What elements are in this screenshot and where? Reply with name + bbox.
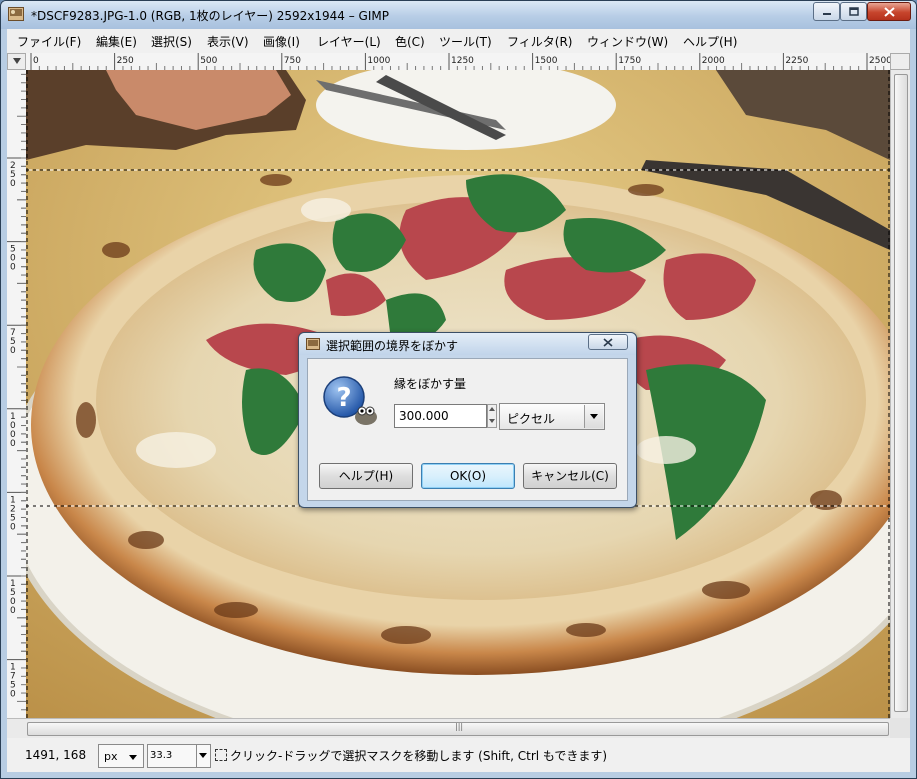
dialog-title-bar[interactable]: 選択範囲の境界をぼかす: [299, 333, 636, 355]
maximize-button[interactable]: [840, 2, 867, 21]
ruler-label: 250: [117, 56, 134, 66]
svg-text:?: ?: [336, 383, 351, 413]
ruler-label-digit: 0: [10, 439, 16, 449]
menu-select[interactable]: 選択(S): [151, 33, 192, 50]
ruler-label: 500: [200, 56, 217, 66]
menu-filters[interactable]: フィルタ(R): [507, 33, 572, 50]
horizontal-ruler[interactable]: 0 250 500 750 1000 1250 1500 1750 2000 2250 2500: [26, 53, 890, 71]
ruler-label: 1500: [535, 56, 558, 66]
ruler-label-digit: 0: [10, 179, 16, 189]
gimp-image-icon: [306, 338, 320, 350]
zoom-dropdown-button[interactable]: [196, 745, 210, 767]
dropdown-arrow-icon: [199, 753, 207, 758]
ruler-label: 1000: [367, 56, 390, 66]
gimp-image-icon: [8, 7, 24, 21]
feather-unit-dropdown-button[interactable]: [584, 405, 603, 428]
quick-mask-toggle[interactable]: [7, 53, 26, 70]
feather-amount-spinner[interactable]: [487, 404, 497, 428]
zoom-select[interactable]: 33.3: [147, 744, 211, 768]
dropdown-arrow-icon: [590, 414, 598, 419]
dialog-body: ? 縁をぼかす量 300.000 ピクセル ヘルプ(H) OK(O) キャンセル…: [307, 358, 628, 501]
ruler-label: 2500: [869, 56, 890, 66]
menu-colors[interactable]: 色(C): [395, 33, 425, 50]
feather-amount-value: 300.000: [399, 409, 449, 423]
cancel-button[interactable]: キャンセル(C): [523, 463, 617, 489]
horizontal-scrollbar[interactable]: |||: [7, 718, 890, 738]
menu-view[interactable]: 表示(V): [207, 33, 249, 50]
spin-up-icon[interactable]: [489, 407, 495, 411]
feather-unit-value: ピクセル: [507, 412, 556, 426]
vertical-ruler[interactable]: 2505007501000125015001750: [7, 70, 27, 718]
ruler-label: 1250: [451, 56, 474, 66]
close-icon: [603, 338, 613, 347]
ruler-label: 1750: [618, 56, 641, 66]
close-icon: [883, 6, 895, 17]
zoom-value: 33.3: [150, 750, 173, 761]
menu-help[interactable]: ヘルプ(H): [683, 33, 737, 50]
ruler-label-digit: 0: [10, 522, 16, 532]
window-title: *DSCF9283.JPG-1.0 (RGB, 1枚のレイヤー) 2592x19…: [31, 9, 389, 23]
horizontal-ruler-ticks: 0 250 500 750 1000 1250 1500 1750 2000 2250 2500: [30, 53, 890, 70]
unit-value: px: [104, 750, 118, 763]
status-bar: 1491, 168 px 33.3 クリック-ドラッグで選択マスクを移動します …: [7, 738, 910, 772]
vertical-scroll-thumb[interactable]: [894, 74, 908, 712]
scroll-grip-icon: |||: [455, 722, 464, 731]
pointer-coordinates: 1491, 168: [25, 748, 87, 762]
menu-edit[interactable]: 編集(E): [96, 33, 137, 50]
title-bar[interactable]: *DSCF9283.JPG-1.0 (RGB, 1枚のレイヤー) 2592x19…: [1, 1, 916, 29]
maximize-icon: [848, 7, 859, 16]
selection-icon: [215, 749, 227, 761]
navigate-button[interactable]: [890, 53, 910, 70]
spin-down-icon[interactable]: [489, 419, 495, 423]
menu-file[interactable]: ファイル(F): [17, 33, 81, 50]
ruler-label: 2250: [785, 56, 808, 66]
menu-windows[interactable]: ウィンドウ(W): [587, 33, 668, 50]
ok-button[interactable]: OK(O): [421, 463, 515, 489]
dialog-close-button[interactable]: [588, 334, 628, 350]
menu-arrow-icon: [13, 58, 21, 64]
minimize-button[interactable]: [813, 2, 840, 21]
unit-select[interactable]: px: [98, 744, 144, 768]
ruler-label: 750: [284, 56, 301, 66]
dropdown-arrow-icon: [129, 755, 137, 760]
help-button[interactable]: ヘルプ(H): [319, 463, 413, 489]
ruler-label: 2000: [702, 56, 725, 66]
menu-image[interactable]: 画像(I): [263, 33, 300, 50]
vertical-scrollbar[interactable]: [890, 70, 910, 718]
status-message: クリック-ドラッグで選択マスクを移動します (Shift, Ctrl もできます…: [230, 749, 608, 763]
ruler-label-digit: 0: [10, 606, 16, 616]
menu-layer[interactable]: レイヤー(L): [317, 33, 381, 50]
ruler-label-digit: 0: [10, 690, 16, 700]
minimize-icon: [822, 12, 831, 15]
zoom-on-resize-toggle[interactable]: [890, 718, 910, 738]
menu-tools[interactable]: ツール(T): [439, 33, 492, 50]
feather-selection-dialog: 選択範囲の境界をぼかす ? 縁をぼかす量 300.000 ピクセル ヘルプ(H)…: [298, 332, 637, 508]
menu-bar: ファイル(F) 編集(E) 選択(S) 表示(V) 画像(I) レイヤー(L) …: [7, 29, 910, 54]
vertical-ruler-ticks: 2505007501000125015001750: [7, 73, 26, 711]
gimp-image-window: *DSCF9283.JPG-1.0 (RGB, 1枚のレイヤー) 2592x19…: [0, 0, 917, 779]
feather-amount-label: 縁をぼかす量: [394, 377, 467, 391]
ruler-label-digit: 0: [10, 263, 16, 273]
ruler-label-digit: 0: [10, 346, 16, 356]
dialog-title: 選択範囲の境界をぼかす: [326, 339, 459, 353]
feather-amount-input[interactable]: 300.000: [394, 404, 487, 428]
feather-unit-select[interactable]: ピクセル: [499, 403, 605, 430]
ruler-label: 0: [33, 56, 39, 66]
question-icon: ?: [323, 376, 377, 425]
close-button[interactable]: [867, 2, 911, 21]
